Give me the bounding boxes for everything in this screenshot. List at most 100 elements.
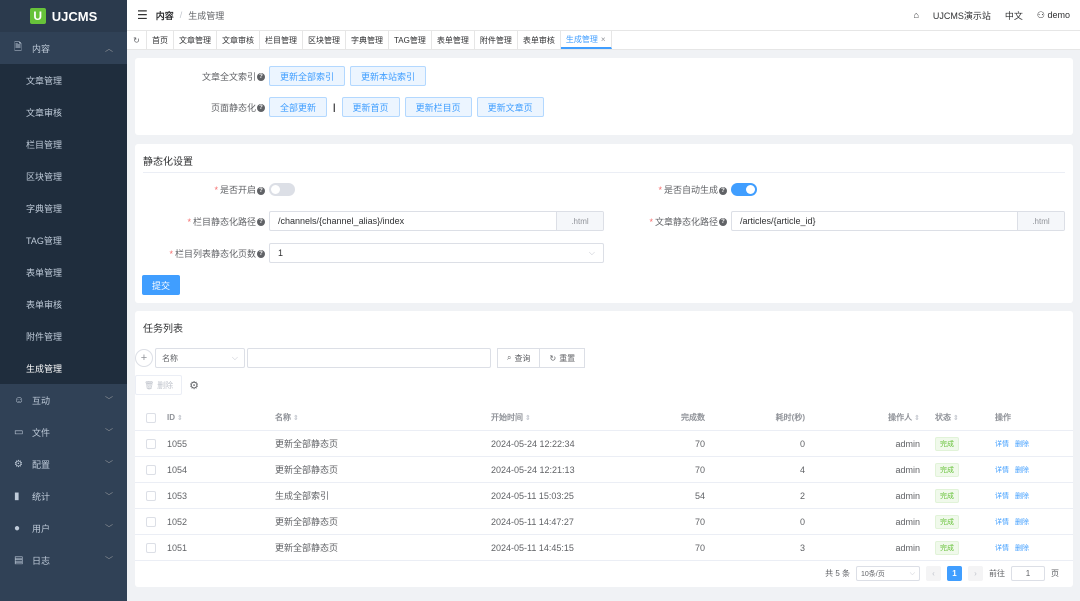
detail-link[interactable]: 详情 [995,519,1009,526]
tab-item[interactable]: 表单审核 [518,31,561,49]
col-id[interactable]: ID ⇕ [167,413,275,422]
chevron-down-icon: ﹀ [105,395,113,405]
article-path-value[interactable]: /articles/{article_id} [732,212,1017,230]
update-home-button[interactable]: 更新首页 [341,97,400,117]
update-site-index-button[interactable]: 更新本站索引 [350,66,427,86]
help-icon[interactable]: ? [257,104,265,113]
tab-item[interactable]: 区块管理 [303,31,346,49]
sidebar-item[interactable]: 字典管理 [0,192,127,224]
delete-link[interactable]: 删除 [1015,545,1029,552]
tab-item[interactable]: 字典管理 [346,31,389,49]
column-settings-icon[interactable]: ⚙ [189,379,199,392]
bulk-actions: 🗑 删除 ⚙ [135,375,199,395]
help-icon[interactable]: ? [257,186,265,195]
col-name[interactable]: 名称 ⇕ [275,412,491,423]
article-path-input[interactable]: /articles/{article_id} .html [731,211,1065,231]
tab-item[interactable]: TAG管理 [389,31,432,49]
home-icon[interactable]: ⌂ [913,10,918,20]
help-icon[interactable]: ? [257,218,265,227]
delete-link[interactable]: 删除 [1015,519,1029,526]
help-icon[interactable]: ? [257,73,265,82]
sidebar-item[interactable]: TAG管理 [0,224,127,256]
search-field-select[interactable]: 名称 ⌵ [155,348,245,368]
sidebar-group-5[interactable]: ● 用户 ﹀ [0,512,127,544]
hamburger-icon[interactable]: ☰ [137,8,148,22]
search-input[interactable] [247,348,491,368]
sidebar-group-4[interactable]: ▮ 统计 ﹀ [0,480,127,512]
user-menu[interactable]: ⚇ demo [1037,10,1070,21]
breadcrumb-root[interactable]: 内容 [156,9,174,22]
close-icon[interactable]: × [601,35,606,44]
col-status[interactable]: 状态 ⇕ [920,412,985,423]
tab-item[interactable]: 文章审核 [217,31,260,49]
site-name[interactable]: UJCMS演示站 [933,9,991,22]
refresh-icon[interactable]: ↻ [127,31,147,49]
help-icon[interactable]: ? [719,186,727,195]
cell-operator: admin [895,438,920,449]
tab-item[interactable]: 生成管理 × [560,31,612,49]
sidebar-item[interactable]: 栏目管理 [0,128,127,160]
row-checkbox[interactable] [146,542,156,553]
query-button[interactable]: ⌕ 查询 [497,348,541,368]
col-start[interactable]: 开始时间 ⇕ [491,412,631,423]
chevron-down-icon: ﹀ [105,427,113,437]
sidebar-item[interactable]: 文章管理 [0,64,127,96]
sidebar-item[interactable]: 表单审核 [0,288,127,320]
submit-button[interactable]: 提交 [142,275,181,295]
update-all-index-button[interactable]: 更新全部索引 [269,66,346,86]
row-checkbox[interactable] [146,516,156,527]
detail-link[interactable]: 详情 [995,493,1009,500]
auto-generate-toggle[interactable] [731,183,757,196]
bulk-delete-button[interactable]: 🗑 删除 [135,375,183,395]
enable-toggle[interactable] [269,183,295,196]
select-all-checkbox[interactable] [146,412,156,423]
tab-item[interactable]: 文章管理 [174,31,217,49]
add-filter-icon[interactable]: + [135,349,153,367]
channel-path-value[interactable]: /channels/{channel_alias}/index [270,212,556,230]
channel-pages-select[interactable]: 1 ⌵ [269,243,604,263]
detail-link[interactable]: 详情 [995,467,1009,474]
sidebar-group-3[interactable]: ⚙ 配置 ﹀ [0,448,127,480]
prev-page-button[interactable]: ‹ [926,566,941,581]
sidebar-item[interactable]: 区块管理 [0,160,127,192]
reset-button[interactable]: ↻ 重置 [540,348,586,368]
sidebar-item[interactable]: 表单管理 [0,256,127,288]
goto-page-input[interactable]: 1 [1011,566,1045,581]
static-settings-card: 静态化设置 * 是否开启? * 是否自动生成? * 栏目静态化路径? /channel… [135,144,1073,303]
page-number[interactable]: 1 [947,566,962,581]
logo[interactable]: U UJCMS [0,0,127,32]
delete-link[interactable]: 删除 [1015,493,1029,500]
tab-item[interactable]: 表单管理 [432,31,475,49]
help-icon[interactable]: ? [719,218,727,227]
detail-link[interactable]: 详情 [995,545,1009,552]
delete-link[interactable]: 删除 [1015,441,1029,448]
update-all-static-button[interactable]: 全部更新 [269,97,328,117]
chevron-down-icon: ⌵ [231,353,238,362]
col-operator[interactable]: 操作人 ⇕ [805,412,920,423]
chevron-down-icon: ﹀ [105,459,113,469]
detail-link[interactable]: 详情 [995,441,1009,448]
update-channel-button[interactable]: 更新栏目页 [404,97,472,117]
next-page-button[interactable]: › [968,566,983,581]
sidebar-item[interactable]: 文章审核 [0,96,127,128]
sidebar-item[interactable]: 生成管理 [0,352,127,384]
tab-item[interactable]: 附件管理 [475,31,518,49]
sidebar-group-2[interactable]: ▭ 文件 ﹀ [0,416,127,448]
row-checkbox[interactable] [146,438,156,449]
update-article-button[interactable]: 更新文章页 [476,97,544,117]
help-icon[interactable]: ? [257,250,265,259]
tab-item[interactable]: 栏目管理 [260,31,303,49]
static-label-wrap: 页面静态化? [135,101,265,114]
tab-item[interactable]: 首页 [147,31,174,49]
channel-path-input[interactable]: /channels/{channel_alias}/index .html [269,211,604,231]
page-size-select[interactable]: 10条/页 ⌵ [856,566,920,581]
delete-link[interactable]: 删除 [1015,467,1029,474]
row-checkbox[interactable] [146,464,156,475]
sidebar-group-0[interactable]: 🗎 内容 ︿ [0,32,127,64]
language-switch[interactable]: 中文 [1005,9,1023,22]
table-row: 1051 更新全部静态页 2024-05-11 14:45:15 70 3 admin 完成… [135,535,1073,561]
row-checkbox[interactable] [146,490,156,501]
sidebar-item[interactable]: 附件管理 [0,320,127,352]
sidebar-group-6[interactable]: ▤ 日志 ﹀ [0,544,127,576]
sidebar-group-1[interactable]: ☺ 互动 ﹀ [0,384,127,416]
